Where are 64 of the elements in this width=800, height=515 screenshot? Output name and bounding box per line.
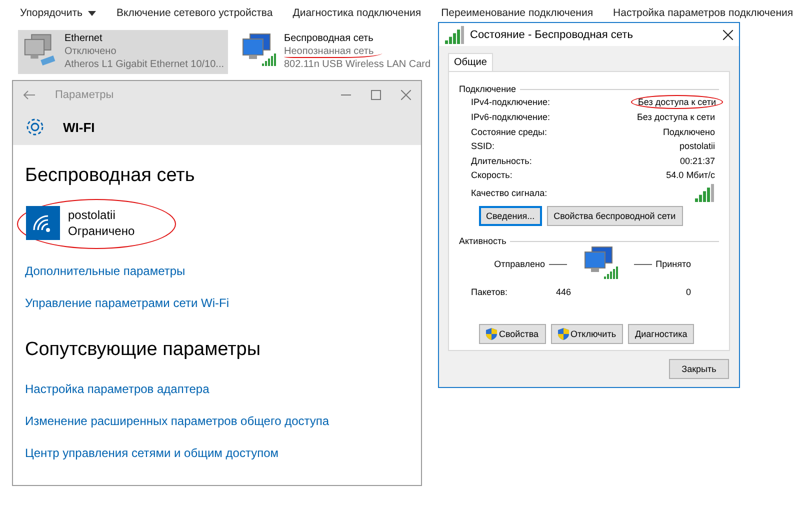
field-value: Подключено <box>662 126 715 137</box>
field-label: SSID: <box>471 141 495 152</box>
field-value: 00:21:37 <box>680 156 715 166</box>
window-title: Параметры <box>55 89 115 101</box>
field-value: Без доступа к сети <box>637 112 715 122</box>
field-label: Состояние среды: <box>471 126 547 137</box>
network-name: postolatii <box>68 207 116 223</box>
close-icon[interactable] <box>723 30 733 40</box>
settings-link[interactable]: Настройка параметров адаптера <box>25 373 210 405</box>
received-label: Принято <box>630 259 691 269</box>
toolbar-button[interactable]: Диагностика подключения <box>282 7 432 19</box>
shield-icon <box>486 328 497 340</box>
connection-name: Ethernet <box>64 32 104 45</box>
connection-item[interactable]: Беспроводная сеть Неопознанная сеть 802.11n USB Wireless LAN Card <box>236 30 446 74</box>
dialog-button[interactable]: Отключить <box>550 324 624 344</box>
network-computer-icon <box>240 32 278 68</box>
connection-name: Беспроводная сеть <box>284 32 374 45</box>
settings-icon <box>25 117 45 137</box>
field-value: Без доступа к сети <box>638 96 716 107</box>
dialog-button[interactable]: Сведения... <box>479 206 542 226</box>
connection-item[interactable]: Ethernet Отключено Atheros L1 Gigabit Ethernet 10/10... <box>18 30 228 74</box>
connection-adapter: 802.11n USB Wireless LAN Card <box>284 58 431 71</box>
connection-status: Отключено <box>64 45 118 58</box>
signal-bars-icon <box>695 184 715 202</box>
tab[interactable]: Общие <box>448 53 493 71</box>
section-heading: Беспроводная сеть <box>25 165 196 187</box>
network-computer-icon <box>582 245 620 281</box>
settings-link[interactable]: Управление параметрами сети Wi-Fi <box>25 287 230 319</box>
close-button[interactable]: Закрыть <box>669 359 729 379</box>
toolbar-button[interactable]: Переименование подключения <box>431 7 604 19</box>
shield-icon <box>558 328 569 340</box>
wifi-tile[interactable] <box>26 206 60 240</box>
field-label: Скорость: <box>471 170 512 180</box>
page-header: WI-FI <box>63 120 95 134</box>
section-heading: Сопутсвующие параметры <box>25 339 262 361</box>
toolbar-button[interactable]: Включение сетевого устройства <box>106 7 283 19</box>
group-title: Активность <box>459 236 506 246</box>
toolbar-button[interactable]: Упорядочить <box>10 7 106 19</box>
settings-link[interactable]: Центр управления сетями и общим доступом <box>25 437 278 469</box>
field-label: Длительность: <box>471 156 532 166</box>
group-title: Подключение <box>459 84 516 94</box>
dialog-button[interactable]: Диагностика <box>628 324 694 344</box>
toolbar-button[interactable]: Настройка параметров подключения <box>603 7 800 19</box>
back-arrow-icon[interactable] <box>23 90 35 100</box>
field-label: Качество сигнала: <box>471 188 548 198</box>
field-label: IPv4-подключение: <box>471 96 550 107</box>
signal-icon <box>445 26 465 44</box>
caret-icon <box>88 10 96 16</box>
settings-link[interactable]: Дополнительные параметры <box>25 255 186 287</box>
connection-adapter: Atheros L1 Gigabit Ethernet 10/10... <box>64 58 224 71</box>
dialog-title: Состояние - Беспроводная сеть <box>470 28 634 40</box>
packets-label: Пакетов: <box>471 287 508 297</box>
field-value: postolatii <box>679 141 715 152</box>
maximize-icon[interactable] <box>371 90 381 100</box>
sent-label: Отправлено <box>494 259 571 269</box>
field-value: 54.0 Мбит/с <box>666 170 715 180</box>
connection-status: Неопознанная сеть <box>284 46 374 57</box>
dialog-button[interactable]: Свойства <box>479 324 546 344</box>
field-label: IPv6-подключение: <box>471 112 550 122</box>
sent-count: 446 <box>556 287 571 297</box>
settings-link[interactable]: Изменение расширенных параметров общего доступа <box>25 405 330 437</box>
received-count: 0 <box>686 287 691 297</box>
network-status: Ограничено <box>68 223 135 239</box>
dialog-button[interactable]: Свойства беспроводной сети <box>546 206 683 226</box>
